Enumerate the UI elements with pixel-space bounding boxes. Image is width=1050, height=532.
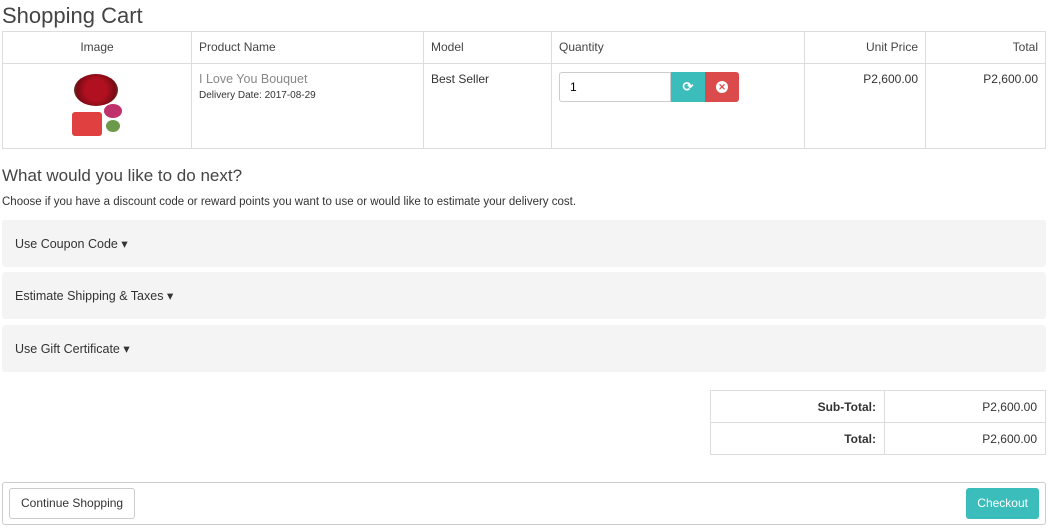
checkout-button[interactable]: Checkout: [966, 488, 1039, 519]
page-title: Shopping Cart: [2, 3, 143, 28]
subtotal-label: Sub-Total:: [710, 390, 885, 423]
cart-footer: Continue Shopping Checkout: [2, 482, 1046, 525]
totals-table: Sub-Total: P2,600.00 Total: P2,600.00: [710, 390, 1046, 455]
refresh-icon: ⟳: [682, 79, 694, 94]
product-name-link[interactable]: I Love You Bouquet: [199, 72, 416, 86]
header-unit-price: Unit Price: [804, 31, 926, 64]
shipping-panel[interactable]: Estimate Shipping & Taxes ▾: [2, 272, 1046, 319]
update-button[interactable]: ⟳: [671, 72, 705, 102]
cart-table: Image Product Name Model Quantity Unit P…: [2, 31, 1046, 149]
model: Best Seller: [423, 63, 552, 149]
total-label: Total:: [710, 422, 885, 455]
coupon-panel[interactable]: Use Coupon Code ▾: [2, 220, 1046, 267]
subtotal-value: P2,600.00: [884, 390, 1046, 423]
delivery-date: Delivery Date: 2017-08-29: [199, 90, 316, 101]
quantity-input[interactable]: [559, 72, 671, 102]
table-row: I Love You Bouquet Delivery Date: 2017-0…: [2, 63, 1046, 149]
unit-price: P2,600.00: [804, 63, 926, 149]
remove-button[interactable]: ✕: [705, 72, 739, 102]
continue-shopping-button[interactable]: Continue Shopping: [9, 488, 136, 519]
caret-down-icon: ▾: [166, 289, 174, 303]
gift-certificate-panel[interactable]: Use Gift Certificate ▾: [2, 325, 1046, 372]
header-total: Total: [925, 31, 1046, 64]
next-hint: Choose if you have a discount code or re…: [2, 196, 577, 208]
header-model: Model: [423, 31, 552, 64]
header-product-name: Product Name: [191, 31, 424, 64]
caret-down-icon: ▾: [121, 237, 128, 251]
next-heading: What would you like to do next?: [2, 166, 243, 185]
total-value: P2,600.00: [884, 422, 1046, 455]
close-circle-icon: ✕: [716, 81, 728, 93]
header-image: Image: [2, 31, 192, 64]
panel-label: Estimate Shipping & Taxes: [15, 289, 164, 303]
row-total: P2,600.00: [925, 63, 1046, 149]
header-quantity: Quantity: [551, 31, 805, 64]
panel-label: Use Gift Certificate: [15, 342, 120, 356]
panel-label: Use Coupon Code: [15, 237, 118, 251]
caret-down-icon: ▾: [123, 342, 130, 356]
product-image[interactable]: [66, 72, 128, 140]
